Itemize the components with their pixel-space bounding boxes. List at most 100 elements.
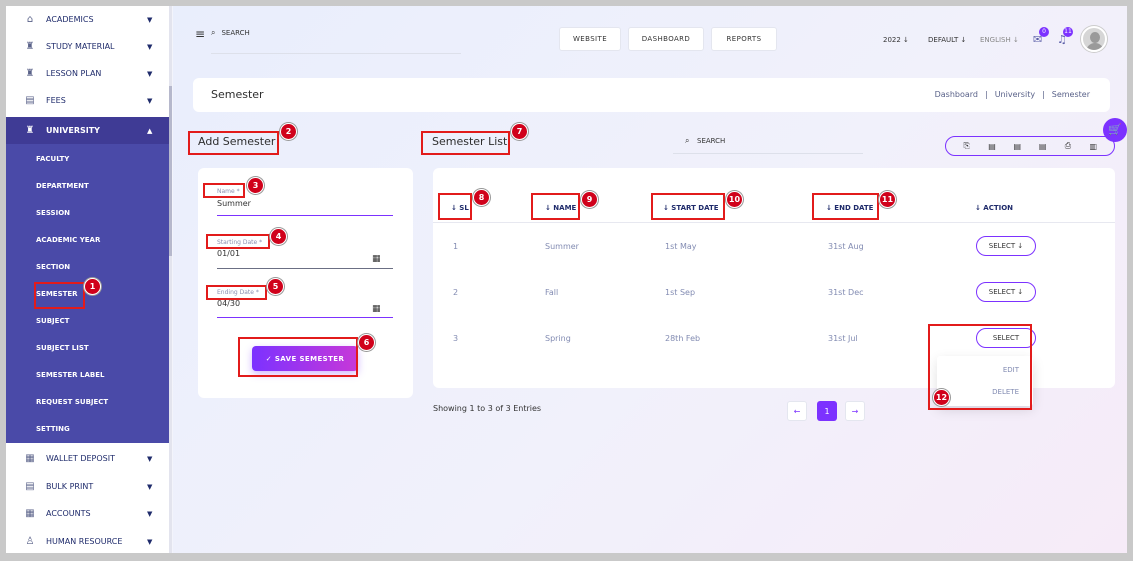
chevron-down-icon: ▼ — [147, 96, 153, 105]
ending-date-field[interactable]: 04/30 — [217, 299, 240, 308]
cell-end-date: 31st Aug — [828, 242, 864, 251]
sidebar-item-academics[interactable]: ⌂ ACADEMICS ▼ — [6, 6, 171, 33]
submenu-item-faculty[interactable]: FACULTY — [6, 146, 171, 172]
chevron-down-icon: ▼ — [147, 454, 153, 463]
menu-icon[interactable]: ≡ — [195, 27, 205, 41]
pdf-icon[interactable]: ▤ — [1036, 142, 1050, 151]
chevron-down-icon: ▼ — [147, 69, 153, 78]
chevron-down-icon: ▼ — [147, 42, 153, 51]
cell-start-date: 28th Feb — [665, 334, 701, 343]
starting-date-field[interactable]: 01/01 — [217, 249, 240, 258]
sidebar-item-fees[interactable]: ▤ FEES ▼ — [6, 87, 171, 114]
submenu-item-setting[interactable]: SETTING — [6, 416, 171, 442]
sidebar-item-lesson-plan[interactable]: ♜ LESSON PLAN ▼ — [6, 60, 171, 87]
cell-end-date: 31st Jul — [828, 334, 858, 343]
sidebar-item-university[interactable]: ♜ UNIVERSITY ▲ — [6, 117, 171, 144]
submenu-item-department[interactable]: DEPARTMENT — [6, 173, 171, 199]
print-icon[interactable]: ⎙ — [1061, 141, 1075, 151]
list-search-input[interactable]: ⌕ SEARCH — [673, 132, 863, 154]
search-icon: ⌕ — [211, 28, 216, 37]
year-select[interactable]: 2022 ↓ — [883, 36, 909, 44]
annotation-box-6 — [238, 337, 358, 377]
session-select[interactable]: DEFAULT ↓ — [928, 36, 966, 44]
reports-button[interactable]: REPORTS — [711, 27, 777, 51]
prev-page-button[interactable]: ← — [787, 401, 807, 421]
submenu-item-subject[interactable]: SUBJECT — [6, 308, 171, 334]
name-field[interactable]: Summer — [217, 199, 251, 208]
fees-icon: ▤ — [25, 94, 35, 106]
language-select[interactable]: ENGLISH ↓ — [980, 36, 1019, 44]
submenu-item-session[interactable]: SESSION — [6, 200, 171, 226]
chevron-down-icon: ▼ — [147, 537, 153, 546]
annotation-badge-2: 2 — [280, 123, 297, 140]
avatar[interactable] — [1081, 26, 1107, 52]
cell-start-date: 1st Sep — [665, 288, 696, 297]
website-button[interactable]: WEBSITE — [559, 27, 621, 51]
university-icon: ♜ — [25, 124, 35, 136]
breadcrumb-semester[interactable]: Semester — [1052, 90, 1090, 99]
search-icon: ⌕ — [685, 136, 690, 145]
annotation-box-7 — [421, 131, 510, 155]
submenu-item-semester-label[interactable]: SEMESTER LABEL — [6, 362, 171, 388]
sidebar-item-human-resource[interactable]: ♙ HUMAN RESOURCE ▼ — [6, 528, 171, 553]
row-select-button[interactable]: SELECT ↓ — [976, 236, 1036, 256]
human-resource-icon: ♙ — [25, 535, 35, 547]
row-select-button[interactable]: SELECT ↓ — [976, 282, 1036, 302]
excel-icon[interactable]: ▤ — [985, 142, 999, 151]
annotation-box-8 — [438, 193, 472, 220]
dashboard-button[interactable]: DASHBOARD — [628, 27, 704, 51]
page-title: Semester — [211, 88, 264, 101]
sidebar-scroll-thumb[interactable] — [169, 86, 172, 256]
next-page-button[interactable]: → — [845, 401, 865, 421]
chat-count-badge: 0 — [1039, 27, 1049, 37]
sidebar-item-bulk-print[interactable]: ▤ BULK PRINT ▼ — [6, 473, 171, 500]
annotation-badge-11: 11 — [879, 191, 896, 208]
annotation-box-10 — [651, 193, 725, 220]
app-frame: ⌂ ACADEMICS ▼ ♜ STUDY MATERIAL ▼ ♜ LESSO… — [6, 6, 1127, 553]
annotation-box-4 — [206, 234, 270, 249]
annotation-box-9 — [531, 193, 580, 220]
annotation-badge-12: 12 — [933, 389, 950, 406]
entries-info: Showing 1 to 3 of 3 Entries — [433, 404, 542, 413]
sidebar-item-wallet-deposit[interactable]: ▦ WALLET DEPOSIT ▼ — [6, 445, 171, 472]
copy-icon[interactable]: ⎘ — [960, 141, 974, 151]
submenu-item-academic-year[interactable]: ACADEMIC YEAR — [6, 227, 171, 253]
annotation-badge-10: 10 — [726, 191, 743, 208]
annotation-box-11 — [812, 193, 879, 220]
columns-icon[interactable]: ▥ — [1086, 142, 1100, 151]
main-content: ≡ ⌕ SEARCH WEBSITE DASHBOARD REPORTS 2022… — [173, 6, 1127, 553]
breadcrumb: Dashboard | University | Semester — [934, 90, 1090, 99]
annotation-badge-7: 7 — [511, 123, 528, 140]
cell-name: Spring — [545, 334, 571, 343]
accounts-icon: ▦ — [25, 507, 35, 519]
annotation-box-2 — [188, 131, 279, 155]
top-search-input[interactable]: ⌕ SEARCH — [211, 28, 461, 54]
submenu-item-section[interactable]: SECTION — [6, 254, 171, 280]
cell-start-date: 1st May — [665, 242, 697, 251]
page-1-button[interactable]: 1 — [817, 401, 837, 421]
annotation-badge-6: 6 — [358, 334, 375, 351]
calendar-icon[interactable]: ▦ — [372, 304, 381, 314]
calendar-icon[interactable]: ▦ — [372, 254, 381, 264]
annotation-box-5 — [206, 285, 267, 300]
export-toolbar: ⎘ ▤ ▤ ▤ ⎙ ▥ — [945, 136, 1115, 156]
lesson-plan-icon: ♜ — [25, 67, 35, 79]
csv-icon[interactable]: ▤ — [1010, 142, 1024, 151]
annotation-box-1 — [34, 282, 85, 309]
cell-name: Summer — [545, 242, 579, 251]
academics-icon: ⌂ — [26, 13, 34, 25]
page-header: Semester Dashboard | University | Semester — [193, 78, 1110, 112]
cell-sl: 1 — [453, 242, 459, 251]
notification-count-badge: 11 — [1063, 27, 1073, 37]
submenu-item-request-subject[interactable]: REQUEST SUBJECT — [6, 389, 171, 415]
cell-sl: 2 — [453, 288, 459, 297]
annotation-badge-4: 4 — [270, 228, 287, 245]
breadcrumb-dashboard[interactable]: Dashboard — [935, 90, 978, 99]
sidebar-item-accounts[interactable]: ▦ ACCOUNTS ▼ — [6, 500, 171, 527]
cell-sl: 3 — [453, 334, 459, 343]
sidebar-item-study-material[interactable]: ♜ STUDY MATERIAL ▼ — [6, 33, 171, 60]
cart-icon[interactable]: 🛒 — [1103, 118, 1127, 142]
cell-end-date: 31st Dec — [828, 288, 864, 297]
breadcrumb-university[interactable]: University — [995, 90, 1035, 99]
submenu-item-subject-list[interactable]: SUBJECT LIST — [6, 335, 171, 361]
